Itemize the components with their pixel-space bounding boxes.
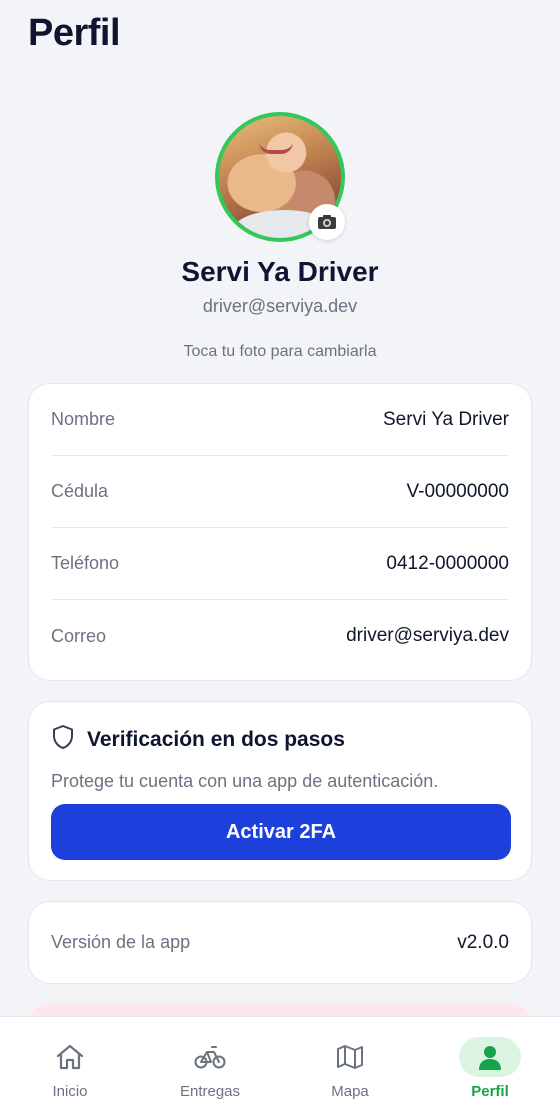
nav-item-entregas[interactable]: Entregas bbox=[140, 1017, 280, 1120]
nav-item-perfil[interactable]: Perfil bbox=[420, 1017, 560, 1120]
two-factor-description: Protege tu cuenta con una app de autenti… bbox=[51, 771, 439, 791]
avatar-smile bbox=[259, 142, 293, 154]
nav-item-mapa[interactable]: Mapa bbox=[280, 1017, 420, 1120]
info-row-nombre: Nombre Servi Ya Driver bbox=[51, 384, 509, 456]
nav-label: Entregas bbox=[179, 1083, 241, 1100]
nav-label: Perfil bbox=[471, 1083, 509, 1100]
page-title: Perfil bbox=[28, 12, 121, 54]
info-value: 0412-0000000 bbox=[386, 552, 509, 574]
info-value: Servi Ya Driver bbox=[383, 408, 509, 430]
bottom-nav: Inicio Entregas Mapa Perfil bbox=[0, 1016, 560, 1120]
avatar[interactable] bbox=[215, 112, 345, 242]
info-row-correo: Correo driver@serviya.dev bbox=[51, 600, 509, 672]
bike-icon bbox=[179, 1037, 241, 1077]
two-factor-card: Verificación en dos pasos Protege tu cue… bbox=[28, 701, 532, 881]
shield-icon bbox=[51, 724, 75, 755]
photo-hint: Toca tu foto para cambiarla bbox=[183, 343, 377, 360]
info-label: Nombre bbox=[51, 409, 116, 429]
nav-label: Mapa bbox=[331, 1083, 369, 1100]
camera-icon[interactable] bbox=[309, 204, 345, 240]
two-factor-header: Verificación en dos pasos bbox=[51, 724, 509, 755]
version-value: v2.0.0 bbox=[457, 931, 509, 953]
app-version-card: Versión de la app v2.0.0 bbox=[28, 901, 532, 984]
info-value: driver@serviya.dev bbox=[346, 625, 509, 646]
info-row-telefono: Teléfono 0412-0000000 bbox=[51, 528, 509, 600]
info-label: Teléfono bbox=[51, 553, 120, 573]
map-icon bbox=[319, 1037, 381, 1077]
home-icon bbox=[39, 1037, 101, 1077]
profile-name: Servi Ya Driver bbox=[181, 256, 379, 287]
info-label: Cédula bbox=[51, 481, 109, 501]
user-icon bbox=[459, 1037, 521, 1077]
info-label: Correo bbox=[51, 625, 107, 646]
info-row-cedula: Cédula V-00000000 bbox=[51, 456, 509, 528]
profile-info-card: Nombre Servi Ya Driver Cédula V-00000000… bbox=[28, 383, 532, 681]
nav-label: Inicio bbox=[52, 1083, 88, 1100]
version-label: Versión de la app bbox=[51, 932, 191, 952]
profile-email: driver@serviya.dev bbox=[202, 296, 358, 316]
activate-2fa-button[interactable]: Activar 2FA bbox=[51, 804, 511, 860]
info-value: V-00000000 bbox=[406, 480, 510, 502]
two-factor-title: Verificación en dos pasos bbox=[87, 727, 345, 751]
nav-item-inicio[interactable]: Inicio bbox=[0, 1017, 140, 1120]
